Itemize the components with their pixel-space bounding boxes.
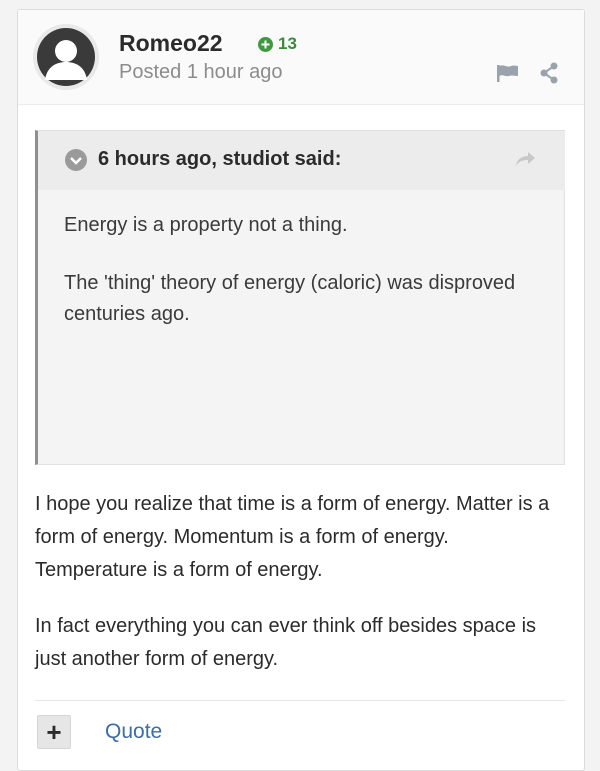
avatar[interactable] xyxy=(33,24,99,90)
quote-header: 6 hours ago, studiot said: xyxy=(38,131,565,190)
post-timestamp[interactable]: Posted 1 hour ago xyxy=(119,61,282,84)
reputation-count: 13 xyxy=(278,34,297,53)
post-paragraph: In fact everything you can ever think of… xyxy=(35,615,537,670)
post-card: Romeo22 13 Posted 1 hour ago 6 hours ago… xyxy=(17,9,585,771)
flag-icon[interactable] xyxy=(496,63,520,88)
quote-button[interactable]: Quote xyxy=(105,720,162,744)
quote-paragraph: The 'thing' theory of energy (caloric) w… xyxy=(64,272,516,325)
footer-divider xyxy=(35,700,565,701)
post-paragraph: I hope you realize that time is a form o… xyxy=(35,493,550,581)
chevron-down-icon[interactable] xyxy=(65,149,87,171)
author-name[interactable]: Romeo22 xyxy=(119,30,223,57)
multiquote-plus-button[interactable]: + xyxy=(37,715,71,749)
return-to-post-icon[interactable] xyxy=(514,150,536,173)
quote-paragraph: Energy is a property not a thing. xyxy=(64,214,348,236)
quote-block: 6 hours ago, studiot said: Energy is a p… xyxy=(35,130,565,465)
post-header: Romeo22 13 Posted 1 hour ago xyxy=(18,10,584,105)
share-icon[interactable] xyxy=(539,62,559,89)
plus-circle-icon xyxy=(258,36,273,52)
avatar-icon xyxy=(33,24,99,90)
reputation-badge: 13 xyxy=(258,34,297,54)
quote-citation: 6 hours ago, studiot said: xyxy=(98,148,342,170)
